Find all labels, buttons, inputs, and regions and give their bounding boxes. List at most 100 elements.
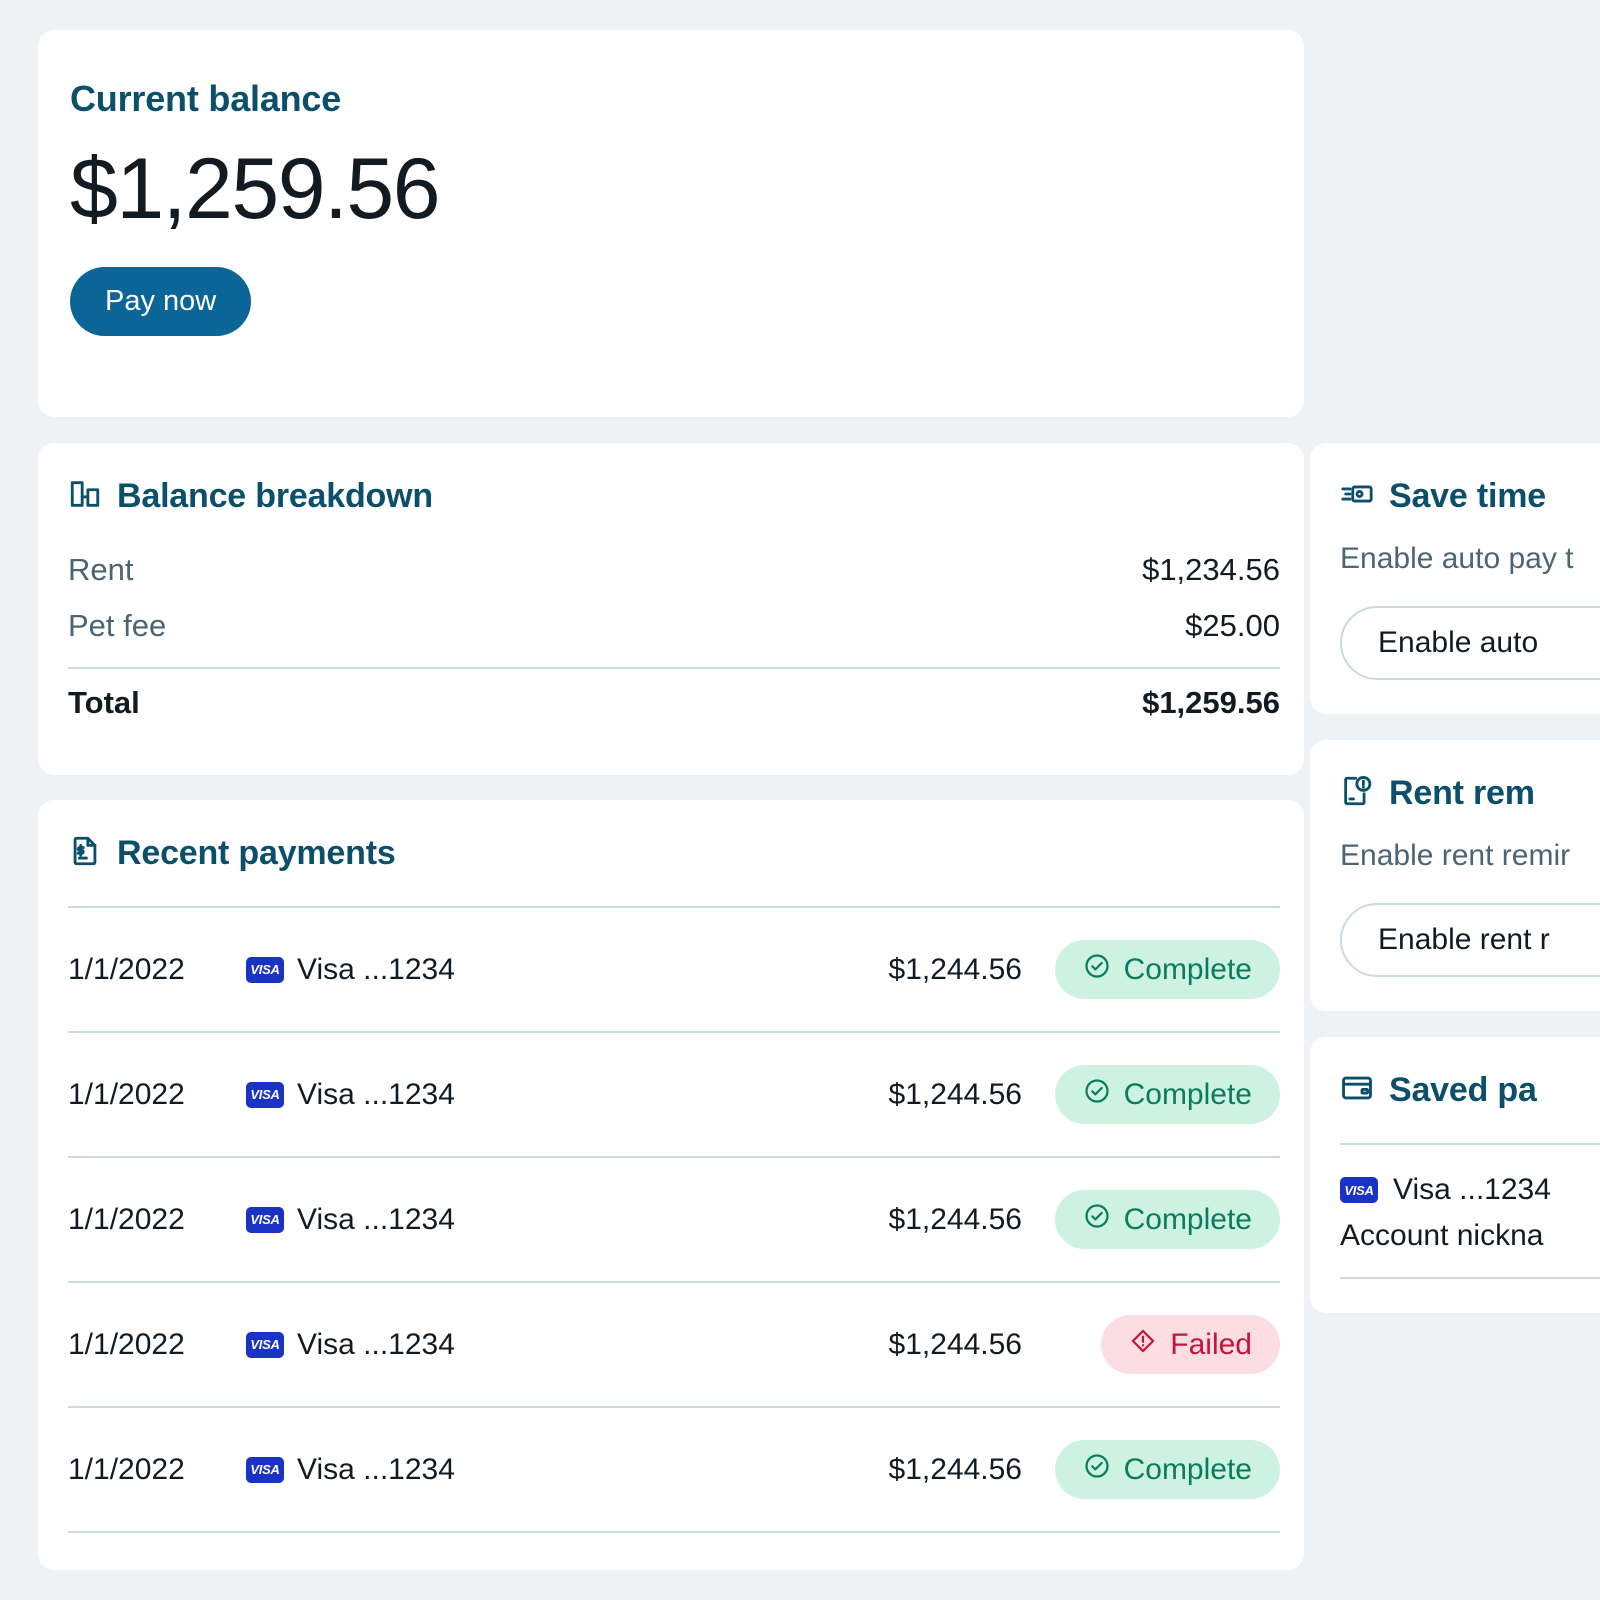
enable-rent-reminders-button[interactable]: Enable rent r (1340, 903, 1600, 977)
table-row[interactable]: 1/1/2022 VISA Visa ...1234 $1,244.56 (68, 908, 1280, 1031)
table-row[interactable]: 1/1/2022 VISA Visa ...1234 $1,244.56 (68, 1283, 1280, 1406)
saved-payment-card: Saved pa VISA Visa ...1234 Account nickn… (1310, 1037, 1600, 1313)
status-badge: Failed (1101, 1314, 1280, 1375)
status-badge-label: Complete (1123, 1202, 1252, 1236)
check-circle-icon (1083, 1452, 1111, 1488)
saved-payment-header: Saved pa (1340, 1071, 1600, 1110)
breakdown-total-label: Total (68, 685, 140, 720)
payment-date: 1/1/2022 (68, 1202, 185, 1236)
status-badge-label: Complete (1123, 1077, 1252, 1111)
auto-pay-icon (1340, 477, 1374, 516)
status-badge-label: Complete (1123, 1452, 1252, 1486)
visa-icon: VISA (246, 1081, 284, 1108)
enable-auto-pay-button[interactable]: Enable auto (1340, 606, 1600, 680)
payment-date: 1/1/2022 (68, 1327, 185, 1361)
payment-status: Complete (1022, 939, 1280, 1000)
payment-method-label: Visa ...1234 (297, 1452, 455, 1486)
check-circle-icon (1083, 1202, 1111, 1238)
page-title: Current balance (70, 78, 342, 119)
table-row[interactable]: 1/1/2022 VISA Visa ...1234 $1,244.56 (68, 1158, 1280, 1281)
save-time-header: Save time (1340, 477, 1600, 516)
status-badge-label: Failed (1170, 1327, 1252, 1361)
breakdown-row: Rent $1,234.56 (68, 542, 1280, 598)
document-dollar-icon (68, 834, 102, 873)
visa-icon: VISA (246, 956, 284, 983)
payment-date: 1/1/2022 (68, 1077, 185, 1111)
breakdown-row-value: $25.00 (1185, 608, 1280, 643)
recent-payments-title: Recent payments (117, 834, 396, 872)
status-badge: Complete (1054, 1064, 1280, 1125)
rent-reminders-subtitle: Enable rent remir (1340, 839, 1571, 872)
status-badge: Complete (1054, 939, 1280, 1000)
main-column: Current balance $1,259.56 Pay now Balanc… (38, 30, 1304, 1570)
breakdown-rows: Rent $1,234.56 Pet fee $25.00 Total $1,2… (68, 542, 1280, 731)
check-circle-icon (1083, 1077, 1111, 1113)
current-balance-card: Current balance $1,259.56 Pay now (38, 30, 1304, 417)
payment-method-label: Visa ...1234 (297, 1077, 455, 1111)
recent-payments-header: Recent payments (68, 834, 1280, 873)
payment-method: VISA Visa ...1234 (246, 1203, 792, 1237)
divider (68, 667, 1280, 669)
balance-breakdown-title: Balance breakdown (117, 477, 433, 515)
payment-date: 1/1/2022 (68, 1452, 185, 1486)
visa-icon: VISA (246, 1331, 284, 1358)
payment-method-label: Visa ...1234 (297, 1327, 455, 1361)
table-row[interactable]: 1/1/2022 VISA Visa ...1234 $1,244.56 (68, 1033, 1280, 1156)
breakdown-row-label: Rent (68, 552, 134, 587)
save-time-card: Save time Enable auto pay t Enable auto (1310, 443, 1600, 714)
payment-method: VISA Visa ...1234 (246, 1453, 792, 1487)
document-alert-icon (1340, 774, 1374, 813)
balance-breakdown-card: Balance breakdown Rent $1,234.56 Pet fee… (38, 443, 1304, 775)
saved-payment-nickname: Account nickna (1340, 1219, 1544, 1252)
divider (1340, 1277, 1600, 1279)
payment-status: Failed (1022, 1314, 1280, 1375)
save-time-subtitle: Enable auto pay t (1340, 542, 1574, 575)
save-time-title: Save time (1389, 477, 1546, 515)
saved-payment-method: VISA Visa ...1234 (1340, 1173, 1600, 1207)
check-circle-icon (1083, 952, 1111, 988)
recent-payments-card: Recent payments 1/1/2022 VISA Visa ...12… (38, 800, 1304, 1570)
table-row[interactable]: 1/1/2022 VISA Visa ...1234 $1,244.56 (68, 1408, 1280, 1531)
payment-method: VISA Visa ...1234 (246, 1328, 792, 1362)
saved-payment-title: Saved pa (1389, 1071, 1537, 1109)
payment-date: 1/1/2022 (68, 952, 185, 986)
visa-icon: VISA (246, 1206, 284, 1233)
breakdown-total-row: Total $1,259.56 (68, 675, 1280, 731)
payment-amount: $1,244.56 (888, 1452, 1022, 1486)
breakdown-total-value: $1,259.56 (1142, 685, 1280, 720)
payment-status: Complete (1022, 1439, 1280, 1500)
breakdown-row-label: Pet fee (68, 608, 167, 643)
balance-breakdown-header: Balance breakdown (68, 477, 1280, 516)
payment-method-label: Visa ...1234 (297, 952, 455, 986)
payment-status: Complete (1022, 1064, 1280, 1125)
credit-card-icon (1340, 1071, 1374, 1110)
rent-reminders-header: Rent rem (1340, 774, 1600, 813)
rent-reminders-card: Rent rem Enable rent remir Enable rent r (1310, 740, 1600, 1011)
visa-icon: VISA (1340, 1177, 1378, 1203)
payment-amount: $1,244.56 (888, 1202, 1022, 1236)
app-root: Current balance $1,259.56 Pay now Balanc… (0, 0, 1600, 1600)
payment-amount: $1,244.56 (888, 952, 1022, 986)
status-badge: Complete (1054, 1189, 1280, 1250)
payment-method: VISA Visa ...1234 (246, 1078, 792, 1112)
payment-amount: $1,244.56 (888, 1077, 1022, 1111)
side-column: Save time Enable auto pay t Enable auto … (1310, 443, 1600, 1313)
visa-icon: VISA (246, 1456, 284, 1483)
pay-now-button[interactable]: Pay now (70, 267, 252, 336)
saved-payment-label: Visa ...1234 (1393, 1173, 1551, 1206)
payment-method: VISA Visa ...1234 (246, 953, 792, 987)
breakdown-row: Pet fee $25.00 (68, 598, 1280, 654)
balance-amount: $1,259.56 (70, 141, 441, 237)
payment-status: Complete (1022, 1189, 1280, 1250)
breakdown-row-value: $1,234.56 (1142, 552, 1280, 587)
status-badge-label: Complete (1123, 952, 1252, 986)
payment-amount: $1,244.56 (888, 1327, 1022, 1361)
payments-list: 1/1/2022 VISA Visa ...1234 $1,244.56 Com… (68, 908, 1280, 1533)
alert-diamond-icon (1129, 1327, 1157, 1363)
list-item[interactable]: VISA Visa ...1234 Account nickna (1340, 1145, 1600, 1277)
status-badge: Complete (1054, 1439, 1280, 1500)
payment-method-label: Visa ...1234 (297, 1202, 455, 1236)
rent-reminders-title: Rent rem (1389, 774, 1535, 812)
divider (68, 1531, 1280, 1533)
bar-chart-icon (68, 477, 102, 516)
